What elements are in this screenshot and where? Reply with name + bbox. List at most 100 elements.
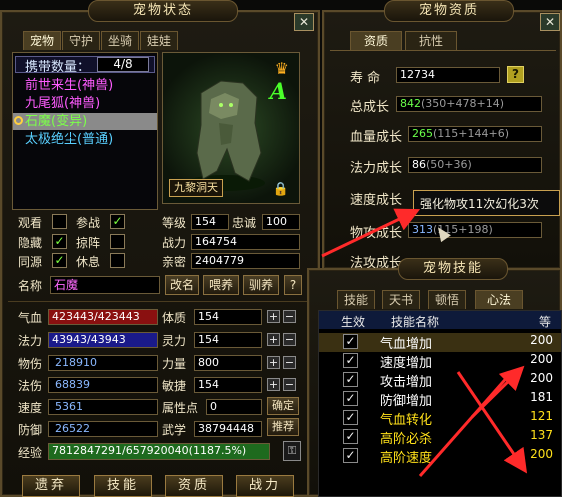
skill-row[interactable]: ✓ 气血转化 121 xyxy=(319,409,561,428)
skill-row[interactable]: ✓ 高阶速度 200 xyxy=(319,447,561,466)
tab-guard[interactable]: 守护 xyxy=(62,31,100,50)
intimacy-label: 亲密 xyxy=(162,255,187,269)
martial-value: 38794448 xyxy=(194,421,262,437)
total-growth-value: 842(350+478+14) xyxy=(396,96,542,112)
skill-row[interactable]: ✓ 防御增加 181 xyxy=(319,390,561,409)
pet-portrait: ♛ A 九黎洞天 🔒 xyxy=(162,52,300,204)
skill-row[interactable]: ✓ 高阶必杀 137 xyxy=(319,428,561,447)
watch-label: 观看 xyxy=(18,216,43,230)
physical-attack-label: 物伤 xyxy=(18,357,43,371)
attribute-points-label: 属性点 xyxy=(162,401,199,415)
rest-label: 休息 xyxy=(76,255,101,269)
defense-value: 26522 xyxy=(48,421,158,437)
skill-active-checkbox[interactable]: ✓ xyxy=(343,353,358,368)
tab-mind-method[interactable]: 心法 xyxy=(475,290,523,309)
skill-active-checkbox[interactable]: ✓ xyxy=(343,448,358,463)
exp-lock-icon[interactable]: ⚿ xyxy=(283,441,301,461)
hide-label: 隐藏 xyxy=(18,236,43,250)
rename-button[interactable]: 改名 xyxy=(165,275,199,295)
hide-checkbox[interactable]: ✓ xyxy=(52,234,67,249)
carry-count-label: 携带数量： xyxy=(25,60,91,75)
speed-value: 5361 xyxy=(48,399,158,415)
pet-name-input[interactable]: 石魔 xyxy=(50,276,160,294)
selection-cursor-icon xyxy=(14,116,23,125)
carry-count-value: 4/8 xyxy=(97,57,149,72)
same-source-checkbox[interactable]: ✓ xyxy=(52,253,67,268)
skill-row[interactable]: ✓ 速度增加 200 xyxy=(319,352,561,371)
hp-growth-value: 265(115+144+6) xyxy=(408,126,542,142)
tab-heaven-book[interactable]: 天书 xyxy=(382,290,420,309)
join-battle-checkbox[interactable]: ✓ xyxy=(110,214,125,229)
constitution-value: 154 xyxy=(194,309,262,325)
intimacy-value: 2404779 xyxy=(191,253,300,269)
exp-bar: 7812847291/657920040(1187.5%) xyxy=(48,443,270,460)
divider xyxy=(8,301,312,302)
pet-status-title: 宠物状态 xyxy=(88,0,238,22)
speed-growth-label: 速度成长 xyxy=(350,193,403,208)
constitution-minus-button[interactable]: − xyxy=(283,310,296,323)
tab-doll[interactable]: 娃娃 xyxy=(140,31,178,50)
strength-minus-button[interactable]: − xyxy=(283,356,296,369)
skill-active-checkbox[interactable]: ✓ xyxy=(343,334,358,349)
agility-value: 154 xyxy=(194,377,262,393)
aptitude-button[interactable]: 资质 xyxy=(165,475,223,497)
skill-row[interactable]: ✓ 气血增加 200 xyxy=(319,333,561,352)
feed-button[interactable]: 喂养 xyxy=(203,275,239,295)
help-icon[interactable]: ? xyxy=(507,66,524,83)
tab-enlightenment[interactable]: 顿悟 xyxy=(428,290,466,309)
same-source-label: 同源 xyxy=(18,255,43,269)
pet-list-item[interactable]: 九尾狐(神兽) xyxy=(13,95,157,112)
tab-mount[interactable]: 坐骑 xyxy=(101,31,139,50)
pet-list-item[interactable]: 前世来生(神兽) xyxy=(13,77,157,94)
constitution-label: 体质 xyxy=(162,311,187,325)
tab-skills[interactable]: 技能 xyxy=(337,290,375,309)
speed-label: 速度 xyxy=(18,401,43,415)
tame-button[interactable]: 驯养 xyxy=(243,275,279,295)
tab-pet[interactable]: 宠物 xyxy=(23,31,61,50)
hp-label: 气血 xyxy=(18,311,43,325)
tab-resistance[interactable]: 抗性 xyxy=(405,31,457,50)
level-label: 等级 xyxy=(162,216,187,230)
help-button[interactable]: ? xyxy=(284,275,302,295)
skills-button[interactable]: 技能 xyxy=(94,475,152,497)
skill-active-checkbox[interactable]: ✓ xyxy=(343,410,358,425)
agility-minus-button[interactable]: − xyxy=(283,378,296,391)
strength-plus-button[interactable]: + xyxy=(267,356,280,369)
recommend-button[interactable]: 推荐 xyxy=(267,418,299,436)
lifespan-label: 寿 命 xyxy=(350,71,381,86)
lock-icon[interactable]: 🔒 xyxy=(273,182,289,197)
close-icon[interactable]: ✕ xyxy=(294,13,314,31)
formation-checkbox[interactable] xyxy=(110,234,125,249)
pet-list-item[interactable]: 太极绝尘(普通) xyxy=(13,131,157,148)
confirm-button[interactable]: 确定 xyxy=(267,397,299,415)
skill-row[interactable]: ✓ 攻击增加 200 xyxy=(319,371,561,390)
attribute-points-value: 0 xyxy=(206,399,262,415)
mp-bar: 43943/43943 xyxy=(48,332,158,348)
hp-bar: 423443/423443 xyxy=(48,309,158,325)
pet-list-item-selected[interactable]: 石魔(变异) xyxy=(13,113,157,130)
join-battle-label: 参战 xyxy=(76,216,101,230)
physical-attack-value: 218910 xyxy=(48,355,158,371)
aptitude-close-icon[interactable]: ✕ xyxy=(540,13,560,31)
skill-table: 生效 技能名称 等级 ✓气血增加200 ✓速度增加200 ✓攻击增加200 ✓防… xyxy=(318,310,562,497)
power-button[interactable]: 战力 xyxy=(236,475,294,497)
rest-checkbox[interactable] xyxy=(110,253,125,268)
mana-growth-value: 86(50+36) xyxy=(408,157,542,173)
loyalty-value: 100 xyxy=(262,214,300,230)
magic-attack-label: 法伤 xyxy=(18,379,43,393)
skill-active-checkbox[interactable]: ✓ xyxy=(343,429,358,444)
tab-aptitude[interactable]: 资质 xyxy=(350,31,402,50)
strength-label: 力量 xyxy=(162,357,187,371)
portrait-caption: 九黎洞天 xyxy=(169,179,223,197)
watch-checkbox[interactable] xyxy=(52,214,67,229)
agility-plus-button[interactable]: + xyxy=(267,378,280,391)
spirit-minus-button[interactable]: − xyxy=(283,333,296,346)
magic-attack-value: 68839 xyxy=(48,377,158,393)
level-value: 154 xyxy=(191,214,229,230)
abandon-button[interactable]: 遗弃 xyxy=(22,475,80,497)
crown-icon: ♛ xyxy=(274,59,289,78)
spirit-plus-button[interactable]: + xyxy=(267,333,280,346)
constitution-plus-button[interactable]: + xyxy=(267,310,280,323)
skill-active-checkbox[interactable]: ✓ xyxy=(343,391,358,406)
skill-active-checkbox[interactable]: ✓ xyxy=(343,372,358,387)
